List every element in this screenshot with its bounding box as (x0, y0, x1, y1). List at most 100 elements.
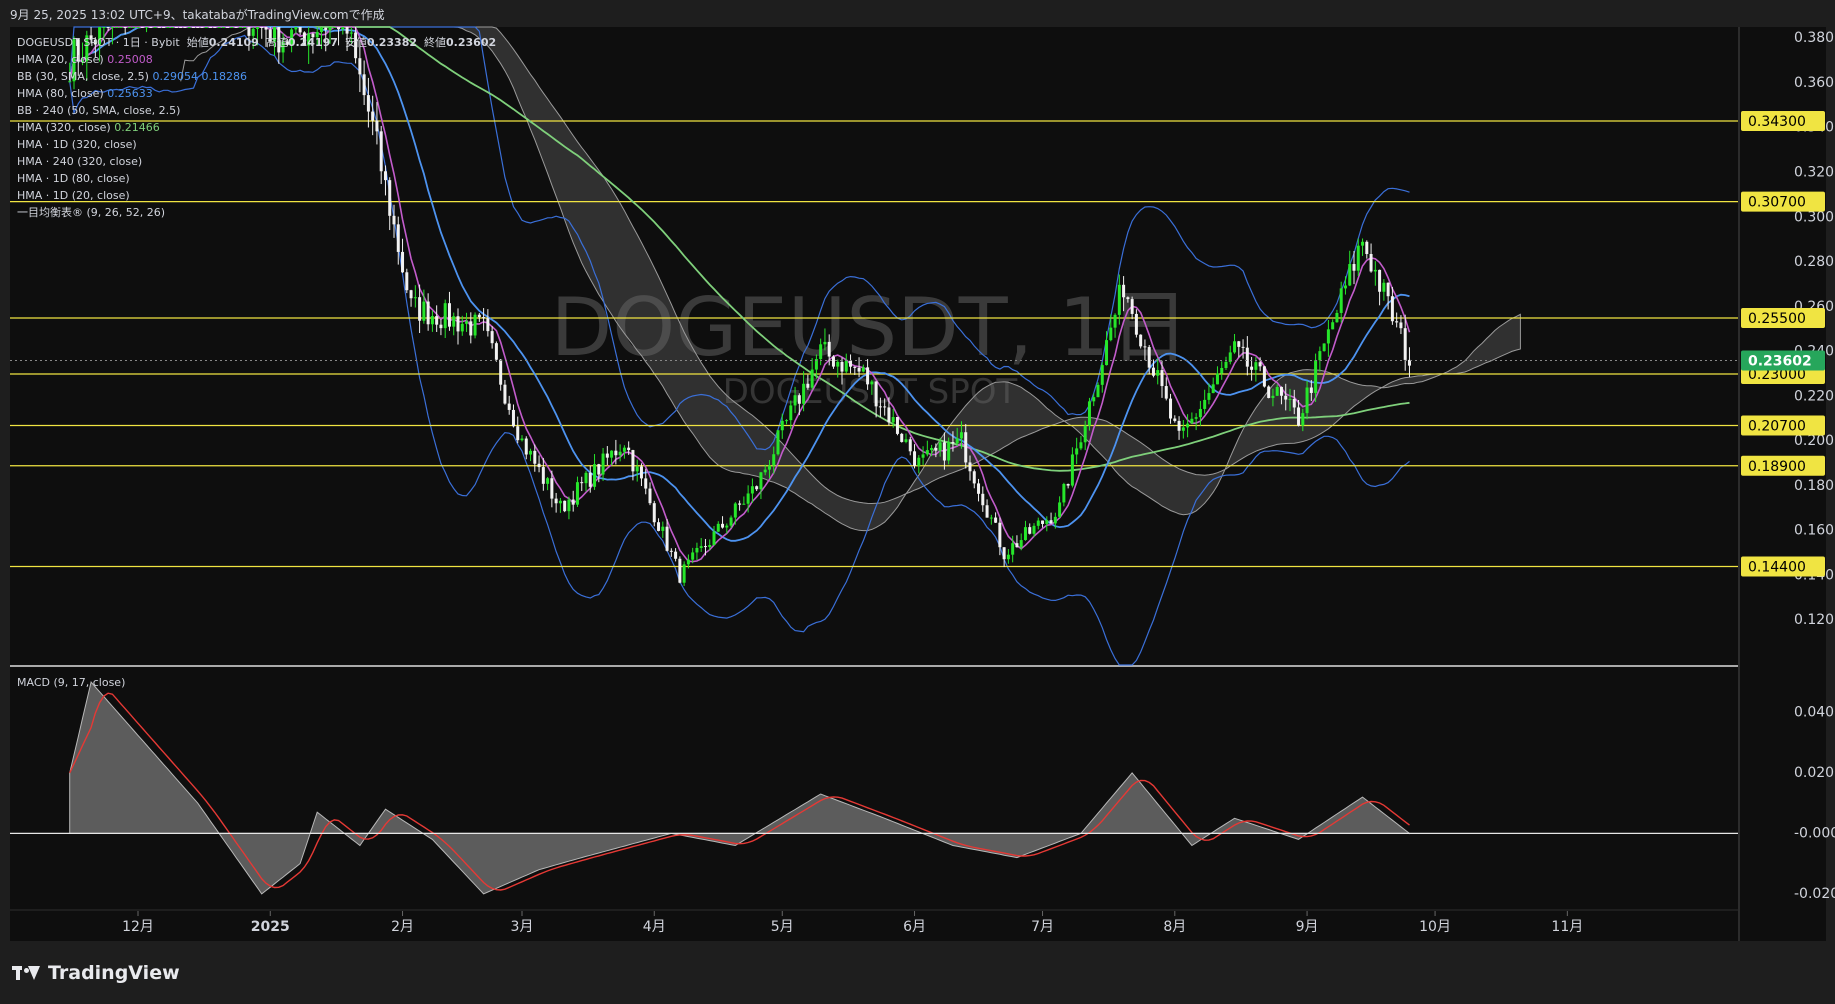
candle-body (1006, 554, 1010, 560)
candle-body (554, 498, 558, 504)
tradingview-brand[interactable]: TradingView (12, 962, 180, 984)
candle-body (1198, 408, 1202, 418)
candle-body (699, 546, 703, 548)
indicator-row[interactable]: BB (30, SMA, close, 2.5) 0.29054 0.18286 (17, 68, 496, 85)
candle-body (1305, 387, 1309, 414)
candle-body (1245, 347, 1249, 367)
candle-body (1382, 282, 1386, 292)
candle-body (127, 27, 131, 28)
candle-body (1399, 322, 1403, 329)
candle-body (793, 395, 797, 406)
candle-body (213, 27, 217, 28)
indicator-row[interactable]: HMA (20, close) 0.25008 (17, 51, 496, 68)
candle-body (230, 27, 234, 28)
candle-body (1186, 423, 1190, 428)
candle-body (533, 450, 537, 464)
candle-body (166, 27, 170, 28)
candle-body (1096, 384, 1100, 398)
candle-body (337, 27, 341, 30)
candle-body (563, 500, 567, 512)
candle-body (639, 466, 643, 479)
candle-body (678, 558, 682, 583)
candle-body (1126, 297, 1130, 300)
candle-body (913, 451, 917, 466)
candle-body (1215, 373, 1219, 385)
candle-body (721, 523, 725, 528)
candle-body (1083, 425, 1087, 443)
candle-body (780, 420, 784, 431)
candle-body (537, 463, 541, 468)
candle-body (477, 314, 481, 318)
candle-body (183, 27, 187, 28)
candle-body (324, 27, 328, 30)
indicator-row[interactable]: 一目均衡表® (9, 26, 52, 26) (17, 204, 496, 221)
candle-body (187, 27, 191, 28)
macd-tick-label: -0.02000 (1794, 886, 1835, 902)
candle-body (157, 27, 161, 28)
indicator-row[interactable]: HMA (80, close) 0.25633 (17, 85, 496, 102)
candle-body (1053, 516, 1057, 524)
candle-body (682, 564, 686, 583)
time-tick-label: 10月 (1419, 919, 1451, 935)
candle-body (959, 432, 963, 439)
candle-body (516, 426, 520, 441)
candle-body (1288, 398, 1292, 400)
time-tick-label: 3月 (511, 919, 534, 935)
candle-body (426, 301, 430, 325)
candle-body (695, 547, 699, 553)
candle-body (1028, 527, 1032, 534)
time-tick-label: 4月 (643, 919, 666, 935)
time-tick-label: 2月 (391, 919, 414, 935)
candle-body (1151, 367, 1155, 376)
candle-body (1395, 321, 1399, 323)
candle-body (260, 27, 264, 28)
candle-body (102, 27, 106, 28)
level-price-label: 0.20700 (1748, 418, 1806, 434)
candle-body (934, 447, 938, 451)
candle-body (490, 331, 494, 344)
candle-body (1160, 370, 1164, 387)
candle-body (614, 450, 618, 456)
candle-body (1177, 420, 1181, 431)
candle-body (1058, 502, 1062, 517)
candle-body (575, 482, 579, 505)
candle-body (1275, 386, 1279, 396)
candle-body (866, 367, 870, 385)
candle-body (891, 416, 895, 423)
candle-body (413, 297, 417, 299)
candle-body (1326, 329, 1330, 344)
indicator-row[interactable]: HMA · 1D (80, close) (17, 170, 496, 187)
candle-body (597, 464, 601, 475)
candle-body (1352, 264, 1356, 271)
candle-body (703, 546, 707, 548)
candle-body (1036, 520, 1040, 526)
candle-body (1207, 393, 1211, 400)
symbol-ohlc-row[interactable]: DOGEUSDT SPOT · 1日 · Bybit 始値0.24109 高値0… (17, 34, 496, 51)
indicator-row[interactable]: HMA · 240 (320, close) (17, 153, 496, 170)
candle-body (452, 316, 456, 327)
candle-body (733, 503, 737, 518)
indicator-row[interactable]: BB · 240 (50, SMA, close, 2.5) (17, 102, 496, 119)
candle-body (1169, 398, 1173, 419)
price-tick-label: 0.12000 (1794, 612, 1835, 628)
candle-body (405, 272, 409, 291)
candle-body (1070, 454, 1074, 486)
candle-body (294, 27, 298, 30)
candle-body (499, 359, 503, 385)
candle-body (857, 367, 861, 372)
indicator-row[interactable]: HMA (320, close) 0.21466 (17, 119, 496, 136)
indicator-row[interactable]: HMA · 1D (320, close) (17, 136, 496, 153)
candle-body (797, 395, 801, 404)
candle-body (1318, 351, 1322, 361)
candle-body (191, 27, 195, 28)
candle-body (1254, 362, 1258, 370)
candle-body (145, 27, 149, 28)
candle-body (140, 27, 144, 28)
candle-body (238, 27, 242, 28)
macd-legend[interactable]: MACD (9, 17, close) (17, 676, 125, 689)
candle-body (341, 27, 345, 30)
candle-body (507, 403, 511, 410)
candle-body (1100, 365, 1104, 385)
candle-body (119, 27, 123, 28)
indicator-row[interactable]: HMA · 1D (20, close) (17, 187, 496, 204)
